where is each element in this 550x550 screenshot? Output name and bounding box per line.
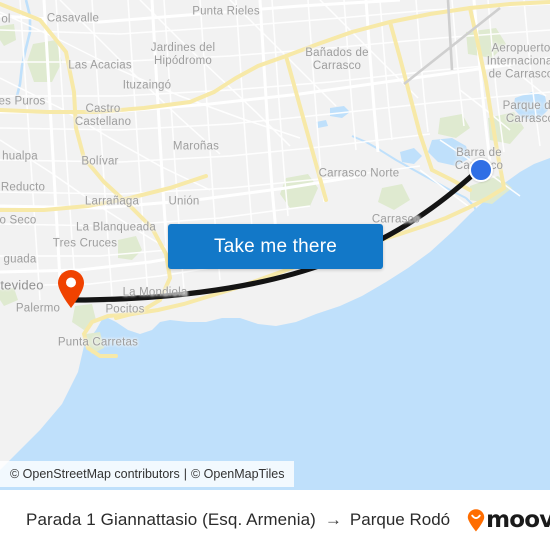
attribution-separator: | <box>183 467 187 481</box>
arrow-right-icon: → <box>324 510 342 529</box>
map-attribution: © OpenStreetMap contributors | © OpenMap… <box>0 461 294 487</box>
destination-marker-dot[interactable] <box>469 158 493 182</box>
moovit-route-screen: ol Casavalle Punta Rieles Bañados de Carras… <box>0 0 550 550</box>
attribution-maptiles[interactable]: © OpenMapTiles <box>191 467 285 481</box>
map-canvas[interactable]: ol Casavalle Punta Rieles Bañados de Carras… <box>0 0 550 490</box>
take-me-there-button[interactable]: Take me there <box>168 224 383 269</box>
route-footer: Parada 1 Giannattasio (Esq. Armenia) → P… <box>0 490 550 550</box>
moovit-pin-icon <box>467 508 485 531</box>
moovit-wordmark: moovit <box>486 507 550 533</box>
route-destination-label: Parque Rodó <box>349 510 451 529</box>
moovit-logo[interactable]: moovit <box>467 507 550 533</box>
attribution-osm[interactable]: © OpenStreetMap contributors <box>10 467 180 481</box>
route-origin-label: Parada 1 Giannattasio (Esq. Armenia) <box>26 510 316 529</box>
